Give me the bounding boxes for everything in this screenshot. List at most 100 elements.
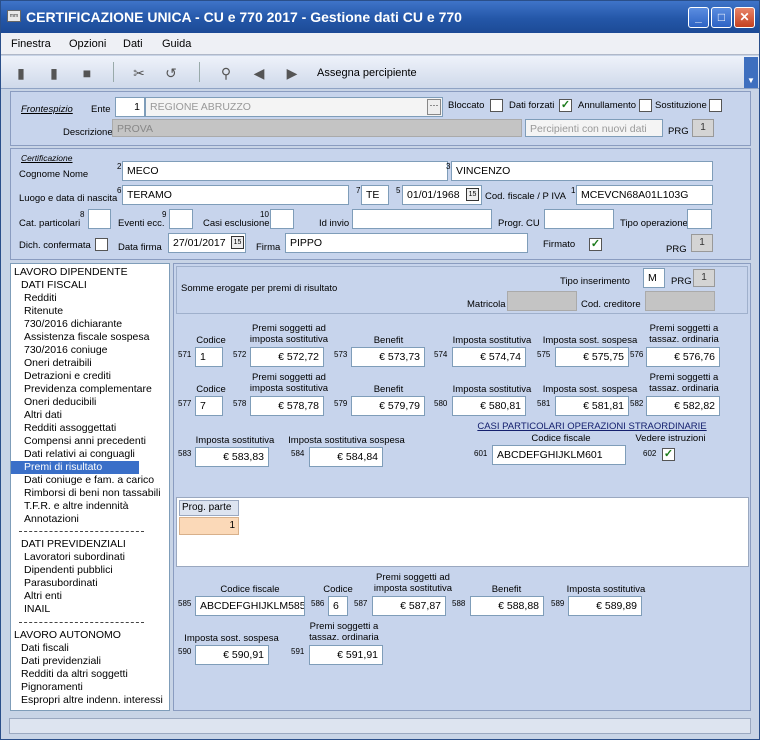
sidebar-item[interactable]: Oneri deducibili (24, 396, 169, 409)
tipo-operazione-input[interactable] (687, 209, 712, 229)
sidebar-item[interactable]: Previdenza complementare (24, 383, 169, 396)
menu-opzioni[interactable]: Opzioni (69, 38, 106, 50)
luogo-input[interactable]: TERAMO (122, 185, 349, 205)
matricola-input[interactable] (507, 291, 577, 311)
sidebar-section-dati-previdenziali[interactable]: DATI PREVIDENZIALI (21, 538, 169, 551)
sidebar-item[interactable]: Rimborsi di beni non tassabili (24, 487, 169, 500)
premi-578-input[interactable]: € 578,78 (250, 396, 324, 416)
sidebar-item[interactable]: 730/2016 coniuge (24, 344, 169, 357)
benefit-588-input[interactable]: € 588,88 (470, 596, 544, 616)
arrow-left-icon[interactable]: ◀ (251, 65, 267, 81)
percipienti-input[interactable]: Percipienti con nuovi dati (525, 119, 663, 137)
sospesa-575-input[interactable]: € 575,75 (555, 347, 629, 367)
certificazione-link[interactable]: Certificazione (21, 153, 73, 163)
sidebar-item[interactable]: Redditi da altri soggetti (21, 668, 169, 681)
sidebar-item[interactable]: Dati coniuge e fam. a carico (24, 474, 169, 487)
frontespizio-link[interactable]: Frontespizio (21, 104, 73, 115)
copy-icon[interactable]: ▮ (46, 65, 62, 81)
sospesa-590-input[interactable]: € 590,91 (195, 645, 269, 665)
minimize-button[interactable]: _ (688, 7, 709, 28)
dich-confermata-checkbox[interactable] (95, 238, 108, 251)
sidebar-item[interactable]: Redditi assoggettati (24, 422, 169, 435)
ente-name-input[interactable]: REGIONE ABRUZZO (145, 97, 443, 117)
sidebar-item[interactable]: 730/2016 dichiarante (24, 318, 169, 331)
benefit-573-input[interactable]: € 573,73 (351, 347, 425, 367)
nome-input[interactable]: VINCENZO (451, 161, 713, 181)
eventi-input[interactable] (169, 209, 193, 229)
sidebar-item[interactable]: Dipendenti pubblici (24, 564, 169, 577)
sidebar-item[interactable]: Compensi anni precedenti (24, 435, 169, 448)
cf-input[interactable]: MCEVCN68A01L103G (576, 185, 713, 205)
menu-dati[interactable]: Dati (123, 38, 143, 50)
ente-lookup-button[interactable]: ··· (427, 99, 441, 115)
premi-587-input[interactable]: € 587,87 (372, 596, 446, 616)
ordinaria-591-input[interactable]: € 591,91 (309, 645, 383, 665)
calendar-icon[interactable]: 15 (466, 188, 479, 201)
undo-icon[interactable]: ↺ (163, 65, 179, 81)
close-button[interactable]: ✕ (734, 7, 755, 28)
sospesa-581-input[interactable]: € 581,81 (555, 396, 629, 416)
toolbar-chevron-icon[interactable]: ▼ (744, 57, 758, 88)
sidebar-item[interactable]: Lavoratori subordinati (24, 551, 169, 564)
sidebar-item[interactable]: Dati fiscali (21, 642, 169, 655)
delete-icon[interactable]: ✂ (131, 65, 147, 81)
bloccato-checkbox[interactable] (490, 99, 503, 112)
sostituzione-checkbox[interactable] (709, 99, 722, 112)
sidebar-item[interactable]: INAIL (24, 603, 169, 616)
calendar-icon[interactable]: 15 (231, 236, 244, 249)
assign-percipiente-button[interactable]: Assegna percipiente (317, 67, 417, 79)
sidebar-section-dati-fiscali[interactable]: DATI FISCALI (21, 279, 169, 292)
annullamento-checkbox[interactable] (639, 99, 652, 112)
ordinaria-576-input[interactable]: € 576,76 (646, 347, 720, 367)
sidebar-item[interactable]: Altri dati (24, 409, 169, 422)
sidebar-section-lavoro-autonomo[interactable]: LAVORO AUTONOMO (14, 629, 169, 642)
sidebar-section-lavoro-dipendente[interactable]: LAVORO DIPENDENTE (14, 266, 169, 279)
sidebar-item-premi-di-risultato[interactable]: Premi di risultato (11, 461, 139, 474)
sidebar-item[interactable]: Espropri altre indenn. interessi (21, 694, 169, 707)
idinvio-input[interactable] (352, 209, 492, 229)
codice-586-input[interactable]: 6 (328, 596, 348, 616)
cf-601-input[interactable]: ABCDEFGHIJKLM601 (492, 445, 626, 465)
sidebar-item[interactable]: Detrazioni e crediti (24, 370, 169, 383)
dati-forzati-checkbox[interactable]: ✓ (559, 99, 572, 112)
search-icon[interactable]: ⚲ (218, 65, 234, 81)
sidebar-item[interactable]: Oneri detraibili (24, 357, 169, 370)
sidebar-item[interactable]: Altri enti (24, 590, 169, 603)
arrow-right-icon[interactable]: ▶ (284, 65, 300, 81)
firma-input[interactable]: PIPPO (285, 233, 528, 253)
cf-585-input[interactable]: ABCDEFGHIJKLM585 (195, 596, 305, 616)
maximize-button[interactable]: □ (711, 7, 732, 28)
provincia-input[interactable]: TE (361, 185, 389, 205)
sidebar-item[interactable]: Parasubordinati (24, 577, 169, 590)
sidebar-item[interactable]: Assistenza fiscale sospesa (24, 331, 169, 344)
sidebar-item[interactable]: Dati previdenziali (21, 655, 169, 668)
tipo-inserimento-input[interactable]: M (643, 268, 665, 288)
sidebar-item[interactable]: Pignoramenti (21, 681, 169, 694)
ordinaria-582-input[interactable]: € 582,82 (646, 396, 720, 416)
sidebar-item[interactable]: Ritenute (24, 305, 169, 318)
imposta-574-input[interactable]: € 574,74 (452, 347, 526, 367)
ente-code-input[interactable]: 1 (115, 97, 145, 117)
sidebar-item[interactable]: Redditi (24, 292, 169, 305)
imposta-589-input[interactable]: € 589,89 (568, 596, 642, 616)
vedere-istruzioni-checkbox[interactable]: ✓ (662, 448, 675, 461)
new-icon[interactable]: ▮ (13, 65, 29, 81)
prog-parte-cell[interactable]: 1 (179, 517, 239, 535)
save-icon[interactable]: ■ (79, 65, 95, 81)
menu-guida[interactable]: Guida (162, 38, 191, 50)
premi-572-input[interactable]: € 572,72 (250, 347, 324, 367)
cat-particolari-input[interactable] (88, 209, 111, 229)
progr-cu-input[interactable] (544, 209, 614, 229)
cognome-input[interactable]: MECO (122, 161, 448, 181)
codice-577-input[interactable]: 7 (195, 396, 223, 416)
imposta-580-input[interactable]: € 580,81 (452, 396, 526, 416)
sidebar-item[interactable]: Dati relativi ai conguagli (24, 448, 169, 461)
menu-finestra[interactable]: Finestra (11, 38, 51, 50)
sospesa-584-input[interactable]: € 584,84 (309, 447, 383, 467)
imposta-583-input[interactable]: € 583,83 (195, 447, 269, 467)
prog-parte-header[interactable]: Prog. parte (179, 500, 239, 516)
sidebar-item[interactable]: T.F.R. e altre indennità (24, 500, 169, 513)
sidebar-item[interactable]: Annotazioni (24, 513, 169, 526)
descrizione-input[interactable]: PROVA (112, 119, 522, 137)
cod-creditore-input[interactable] (645, 291, 715, 311)
